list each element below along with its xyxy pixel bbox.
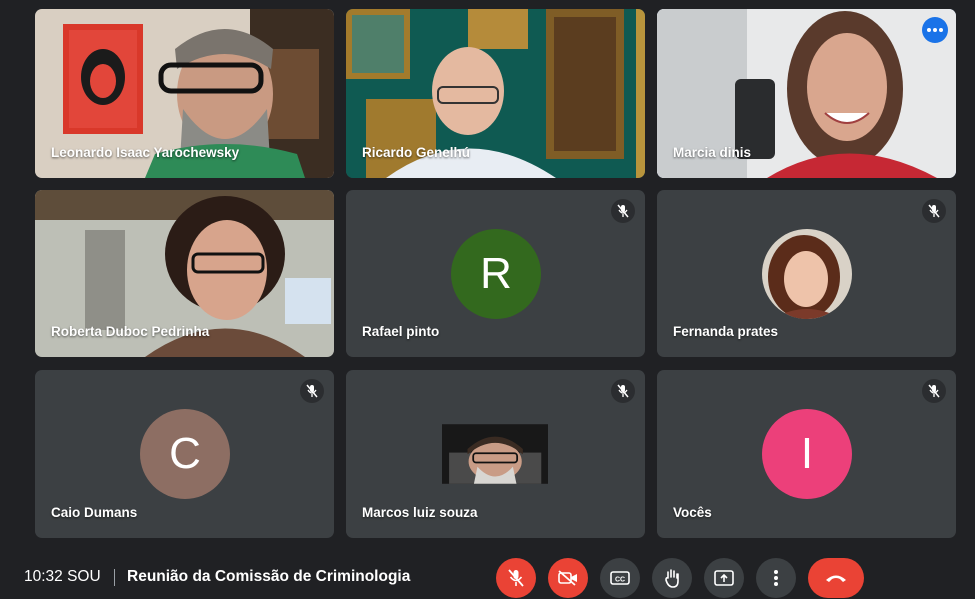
participant-name: Roberta Duboc Pedrinha (51, 324, 210, 339)
svg-text:CC: CC (615, 577, 625, 584)
more-options-icon[interactable] (922, 17, 948, 43)
participant-name: Rafael pinto (362, 324, 440, 339)
participant-tile[interactable]: Roberta Duboc Pedrinha (35, 190, 334, 357)
mic-off-icon (611, 199, 635, 223)
avatar-letter: C (169, 429, 201, 478)
participant-tile[interactable]: Ricardo Genelhú (346, 9, 645, 178)
avatar: I (762, 409, 852, 499)
participant-name: Fernanda prates (673, 324, 779, 339)
present-screen-icon[interactable] (704, 558, 744, 598)
divider (114, 569, 115, 586)
participant-tile[interactable]: R Rafael pinto (346, 190, 645, 357)
participant-name: Vocês (673, 505, 712, 520)
avatar-letter: I (800, 429, 814, 478)
participant-tile[interactable]: Marcos luiz souza (346, 370, 645, 538)
raise-hand-icon[interactable] (652, 558, 692, 598)
participant-tile[interactable]: C Caio Dumans (35, 370, 334, 538)
participant-name: Ricardo Genelhú (362, 145, 471, 160)
mic-off-icon (922, 199, 946, 223)
bottom-toolbar: 10:32 SOU Reunião da Comissão de Crimino… (0, 548, 975, 599)
closed-captions-icon[interactable]: CC (600, 558, 640, 598)
participant-name: Caio Dumans (51, 505, 138, 520)
mic-off-icon (300, 379, 324, 403)
participant-name: Leonardo Isaac Yarochewsky (51, 145, 240, 160)
meeting-title: Reunião da Comissão de Criminologia (127, 568, 411, 585)
participant-name: Marcia dinis (673, 145, 752, 160)
avatar: R (451, 229, 541, 319)
participant-tile[interactable]: I Vocês (657, 370, 956, 538)
avatar (762, 229, 852, 319)
participant-tile[interactable]: Leonardo Isaac Yarochewsky (35, 9, 334, 178)
participant-name: Marcos luiz souza (362, 505, 478, 520)
mic-off-icon (611, 379, 635, 403)
leave-call-icon[interactable] (808, 558, 864, 598)
participant-grid: Leonardo Isaac Yarochewsky Ricardo Genel… (0, 0, 975, 548)
mic-off-icon[interactable] (496, 558, 536, 598)
avatar-letter: R (480, 249, 512, 298)
camera-off-icon[interactable] (548, 558, 588, 598)
avatar: C (140, 409, 230, 499)
mic-off-icon (922, 379, 946, 403)
more-options-icon[interactable] (756, 558, 796, 598)
participant-tile-active-speaker[interactable]: Marcia dinis (657, 9, 956, 178)
meeting-time: 10:32 SOU (24, 568, 101, 585)
participant-tile[interactable]: Fernanda prates (657, 190, 956, 357)
